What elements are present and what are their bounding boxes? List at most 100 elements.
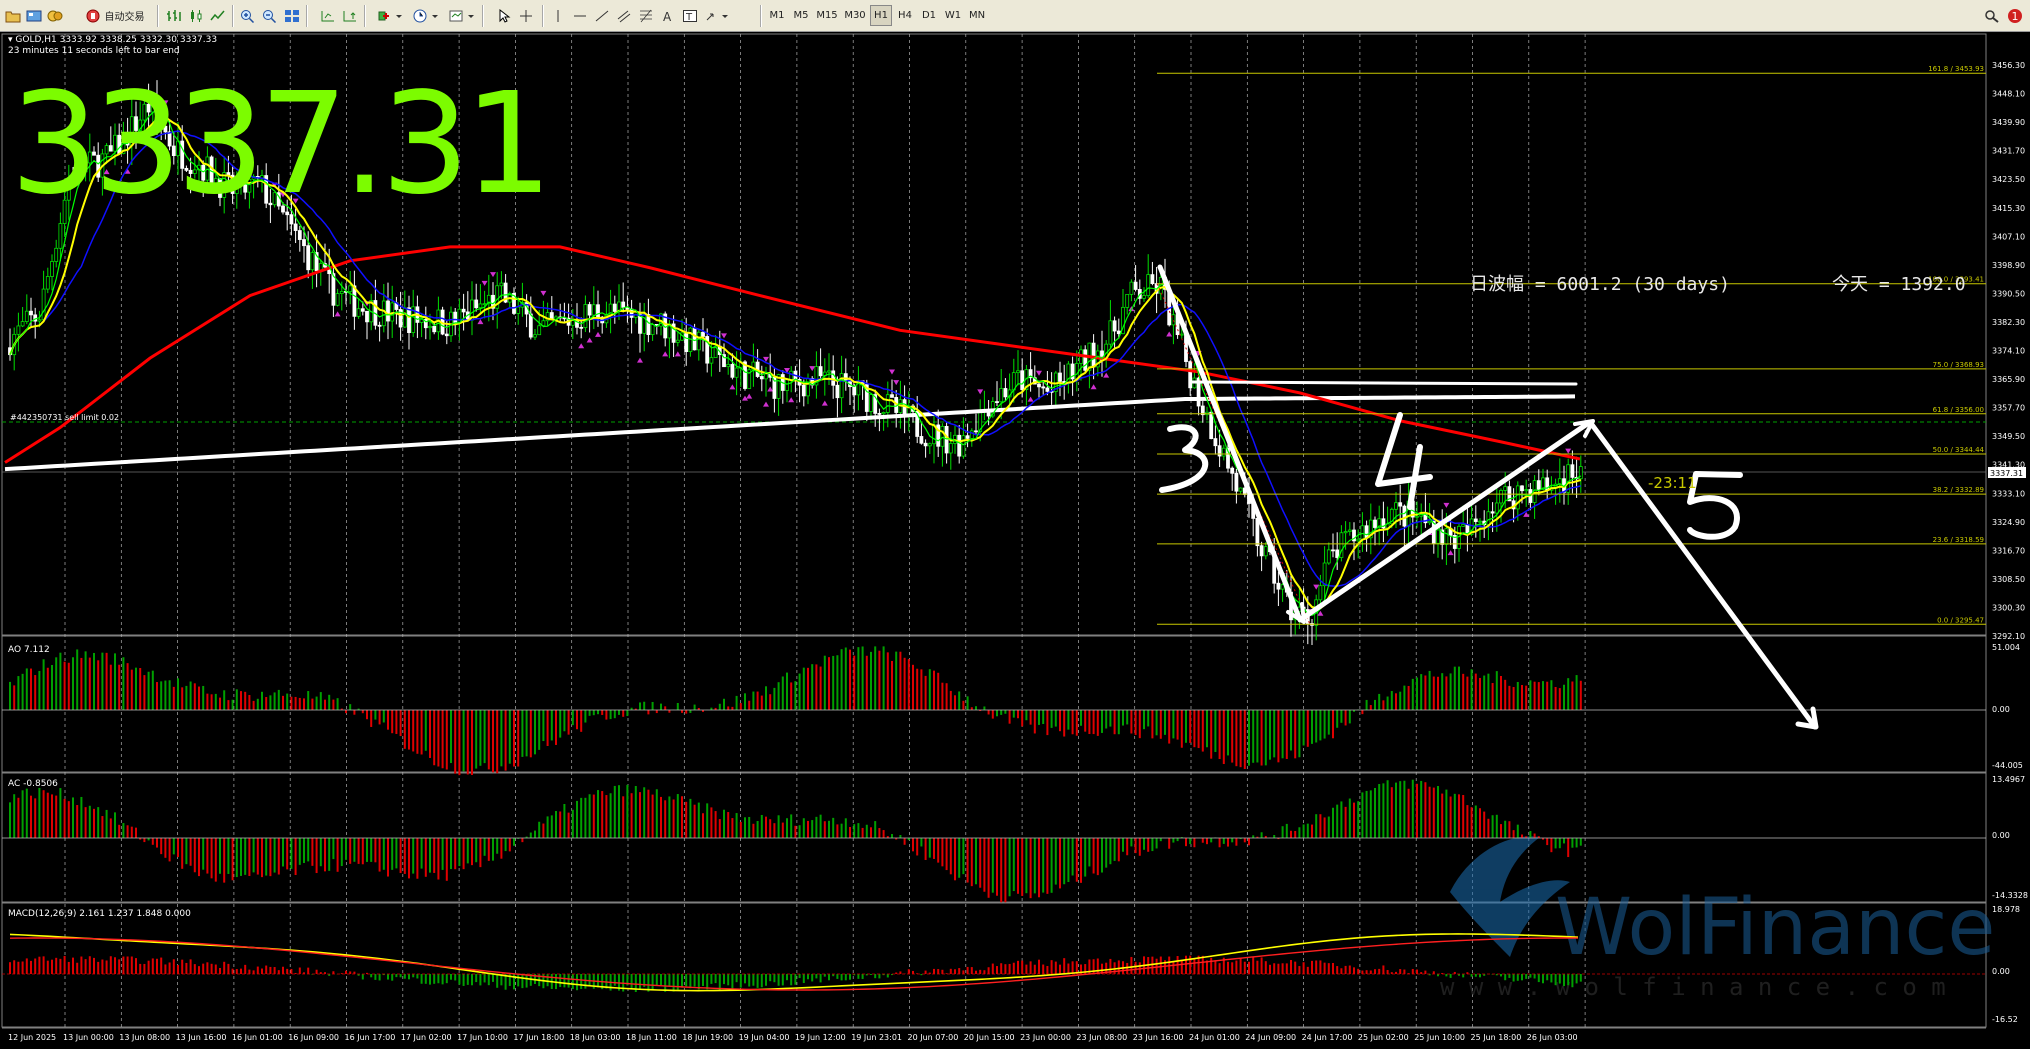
text-label-icon[interactable]: T	[680, 5, 700, 26]
open-folder-icon[interactable]	[3, 5, 23, 26]
timeframe-w1[interactable]: W1	[942, 5, 964, 26]
vertical-line-icon[interactable]	[548, 5, 568, 26]
ac-bar-down	[1059, 838, 1061, 889]
macd-histogram-bar	[710, 974, 713, 984]
ao-bar-up	[1155, 710, 1158, 736]
candle-body	[1074, 363, 1079, 380]
line-chart-icon[interactable]	[208, 5, 228, 26]
ac-bar-up	[353, 838, 356, 862]
ao-bar-up	[1004, 710, 1007, 714]
macd-histogram-bar	[744, 974, 746, 984]
ao-bar-up	[374, 710, 377, 720]
notification-button[interactable]: 1	[2004, 5, 2026, 26]
auto-trading-button[interactable]: 自动交易	[77, 5, 153, 26]
macd-histogram-bar	[1277, 963, 1280, 974]
macd-histogram-bar	[1059, 964, 1061, 974]
time-tick: 18 Jun 03:00	[570, 1033, 621, 1042]
timeframe-m5[interactable]: M5	[790, 5, 812, 26]
ao-bar-up	[9, 681, 11, 710]
candlestick-icon[interactable]	[186, 5, 206, 26]
autoscroll-icon[interactable]	[340, 5, 360, 26]
macd-histogram-bar	[1151, 956, 1154, 974]
candle-body	[827, 370, 831, 373]
horizontal-line-icon[interactable]	[570, 5, 590, 26]
timeframe-h4[interactable]: H4	[894, 5, 916, 26]
ao-bar-up	[1012, 710, 1015, 718]
ao-bar-down	[1096, 710, 1099, 736]
macd-histogram-bar	[685, 974, 688, 987]
macd-histogram-bar	[567, 974, 570, 988]
ac-bar-up	[1130, 838, 1133, 847]
candle-body	[877, 413, 882, 415]
timeframe-h1[interactable]: H1	[870, 5, 892, 26]
ao-bar-up	[1487, 673, 1490, 710]
macd-histogram-bar	[525, 974, 528, 988]
ac-bar-down	[315, 838, 318, 874]
timeframe-m30[interactable]: M30	[842, 5, 868, 26]
timeframe-mn[interactable]: MN	[966, 5, 988, 26]
ac-bar-down	[55, 795, 58, 838]
timeframe-m1[interactable]: M1	[766, 5, 788, 26]
ac-bar-down	[424, 838, 427, 877]
candle-body	[650, 324, 655, 336]
macd-histogram-bar	[231, 968, 234, 974]
search-icon[interactable]	[1982, 5, 2002, 26]
text-tool-icon[interactable]: A	[658, 5, 678, 26]
fib-level-label: 161.8 / 3453.93	[1928, 65, 1984, 73]
ac-bar-up	[496, 838, 499, 854]
ac-bar-down	[702, 813, 704, 838]
bar-chart-icon[interactable]	[164, 5, 184, 26]
ao-bar-down	[769, 694, 772, 710]
pending-order-label[interactable]: #442350731 sell limit 0.02	[10, 413, 119, 422]
ao-bar-up	[1080, 710, 1082, 726]
periodicity-button[interactable]	[410, 5, 442, 26]
macd-histogram-bar	[441, 974, 444, 985]
macd-histogram-bar	[1054, 961, 1057, 974]
ao-bar-up	[626, 710, 629, 717]
candle-body	[789, 370, 794, 381]
equidistant-channel-icon[interactable]	[614, 5, 634, 26]
timeframe-m15[interactable]: M15	[814, 5, 840, 26]
macd-histogram-bar	[55, 957, 58, 974]
chart-canvas[interactable]: WolFinance w w w . w o l f i n a n c e .…	[0, 32, 2030, 1049]
ao-bar-down	[63, 661, 66, 710]
ac-bar-down	[1290, 830, 1292, 838]
ao-bar-down	[937, 672, 940, 710]
macd-histogram-bar	[1424, 970, 1427, 974]
ao-bar-up	[147, 671, 150, 710]
ao-bar-down	[1306, 710, 1309, 747]
ao-bar-up	[1109, 710, 1112, 727]
macd-histogram-bar	[202, 963, 205, 974]
macd-histogram-bar	[1134, 961, 1137, 974]
arrows-button[interactable]	[702, 5, 732, 26]
macd-histogram-bar	[996, 966, 998, 974]
tile-windows-icon[interactable]	[282, 5, 302, 26]
chart-shift-icon[interactable]	[318, 5, 338, 26]
timeframe-d1[interactable]: D1	[918, 5, 940, 26]
ao-bar-down	[790, 682, 793, 710]
ac-bar-down	[605, 795, 608, 838]
ao-bar-down	[126, 663, 129, 710]
chart-window[interactable]: WolFinance w w w . w o l f i n a n c e .…	[0, 32, 2030, 1049]
ao-bar-up	[101, 652, 104, 710]
cursor-icon[interactable]	[494, 5, 514, 26]
templates-button[interactable]	[446, 5, 478, 26]
candle-body	[1037, 383, 1041, 388]
ao-bar-up	[1269, 710, 1271, 760]
ao-bar-up	[1311, 710, 1313, 744]
crosshair-icon[interactable]	[516, 5, 536, 26]
indicators-button[interactable]	[374, 5, 406, 26]
profiles-icon[interactable]	[24, 5, 44, 26]
ao-bar-up	[1416, 677, 1418, 710]
ac-bar-up	[571, 809, 574, 838]
zoom-in-icon[interactable]	[238, 5, 258, 26]
ao-bar-down	[118, 664, 121, 710]
trendline-icon[interactable]	[592, 5, 612, 26]
zoom-out-icon[interactable]	[260, 5, 280, 26]
market-watch-icon[interactable]	[45, 5, 65, 26]
indicator-tick: -44.005	[1992, 761, 2023, 770]
fibonacci-icon[interactable]	[636, 5, 656, 26]
ac-bar-down	[63, 798, 66, 838]
macd-histogram-bar	[429, 974, 431, 985]
macd-histogram-bar	[273, 967, 276, 974]
